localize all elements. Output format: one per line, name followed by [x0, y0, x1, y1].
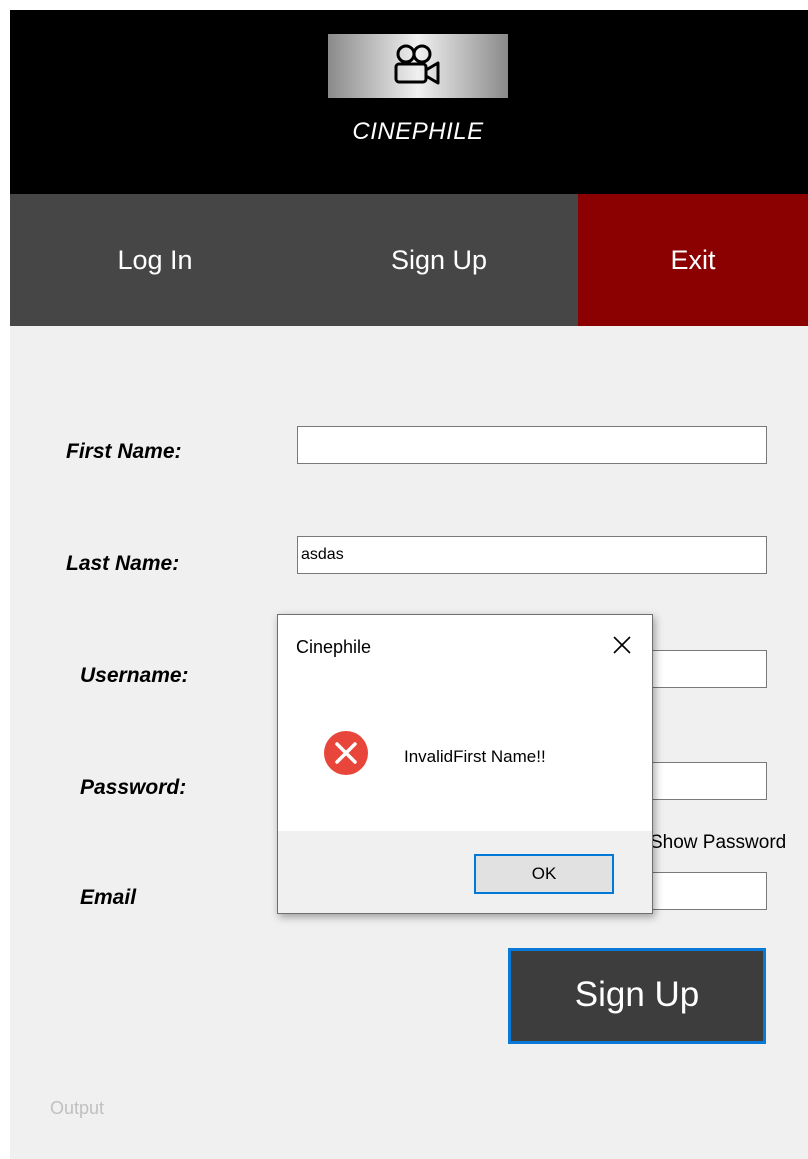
error-dialog: Cinephile InvalidFirst Name!! OK	[277, 614, 653, 914]
first-name-label: First Name:	[66, 440, 182, 463]
dialog-title: Cinephile	[296, 637, 372, 657]
movie-camera-icon	[394, 44, 440, 85]
error-icon	[322, 729, 370, 782]
brand-name: CINEPHILE	[352, 118, 484, 145]
password-label: Password:	[80, 776, 187, 799]
app-header: CINEPHILE	[10, 10, 808, 194]
last-name-field[interactable]	[297, 536, 767, 574]
first-name-field[interactable]	[297, 426, 767, 464]
close-icon[interactable]	[608, 631, 636, 659]
nav-exit[interactable]: Exit	[578, 194, 808, 326]
nav-bar: Log In Sign Up Exit	[10, 194, 808, 326]
username-label: Username:	[80, 664, 189, 687]
sign-up-button[interactable]: Sign Up	[508, 948, 766, 1044]
logo	[328, 34, 508, 98]
last-name-label: Last Name:	[66, 552, 180, 575]
ok-button[interactable]: OK	[474, 854, 614, 894]
signup-window: CINEPHILE Log In Sign Up Exit First Name…	[10, 10, 808, 1159]
nav-signup[interactable]: Sign Up	[300, 194, 578, 326]
output-label: Output	[50, 1098, 105, 1118]
nav-login[interactable]: Log In	[10, 194, 300, 326]
dialog-message: InvalidFirst Name!!	[404, 747, 546, 766]
email-label: Email	[80, 886, 137, 909]
dialog-footer: OK	[278, 831, 652, 913]
show-password-checkbox-label[interactable]: Show Password	[650, 832, 786, 854]
